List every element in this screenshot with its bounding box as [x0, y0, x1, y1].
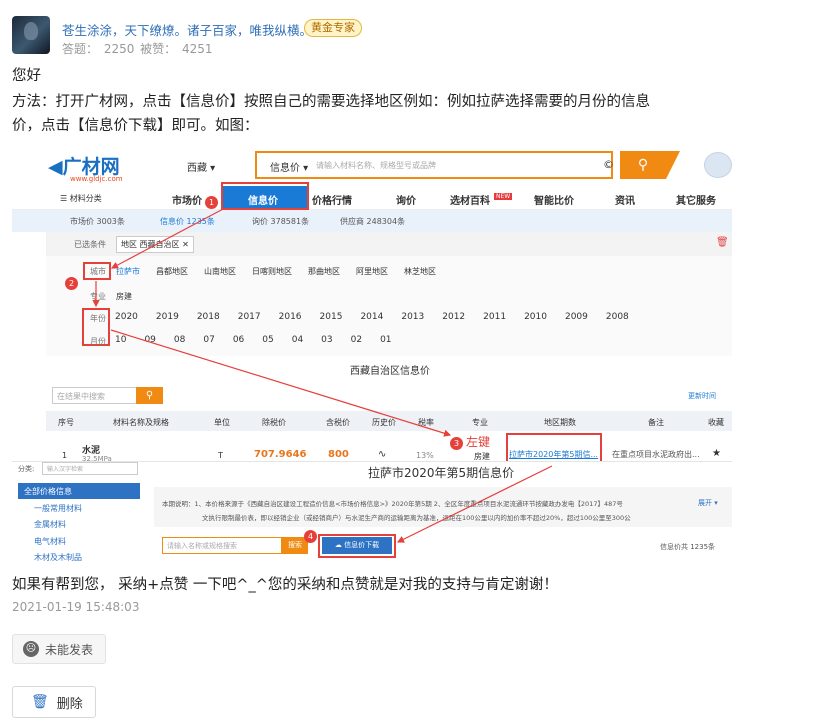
avatar[interactable] [12, 16, 50, 54]
answerer-stats: 答题： 2250 被赞： 4251 [62, 42, 213, 56]
answerer-name[interactable]: 苍生涂涂，天下缭燎。诸子百家，唯我纵横。 [62, 20, 312, 39]
answer-line-1: 方法：打开广材网，点击【信息价】按照自己的需要选择地区例如：例如拉萨选择需要的月… [12, 94, 650, 110]
annotation-arrows [92, 207, 553, 543]
sad-face-icon: ☹ [23, 641, 39, 657]
answer-screenshot: ◀广材网 www.gldjc.com 西藏 ▾ 信息价 ▾ 请输入材料名称、规格… [12, 150, 732, 564]
answer-footer: 如果有帮到您， 采纳+点赞 一下吧^_^您的采纳和点赞就是对我的支持与肯定谢谢！ [12, 577, 558, 593]
answer-line-2: 价，点击【信息价下载】即可。如图： [12, 118, 259, 134]
trash-icon: 🗑 [31, 694, 49, 710]
not-published-label: 未能发表 [45, 642, 94, 657]
delete-label: 删除 [56, 696, 83, 712]
delete-button[interactable]: 🗑 删除 [12, 686, 96, 718]
answer-date: 2021-01-19 15:48:03 [12, 600, 140, 614]
answer-greeting: 您好 [12, 68, 41, 84]
expert-badge: 黄金专家 [304, 19, 362, 37]
not-published-button[interactable]: ☹ 未能发表 [12, 634, 106, 664]
